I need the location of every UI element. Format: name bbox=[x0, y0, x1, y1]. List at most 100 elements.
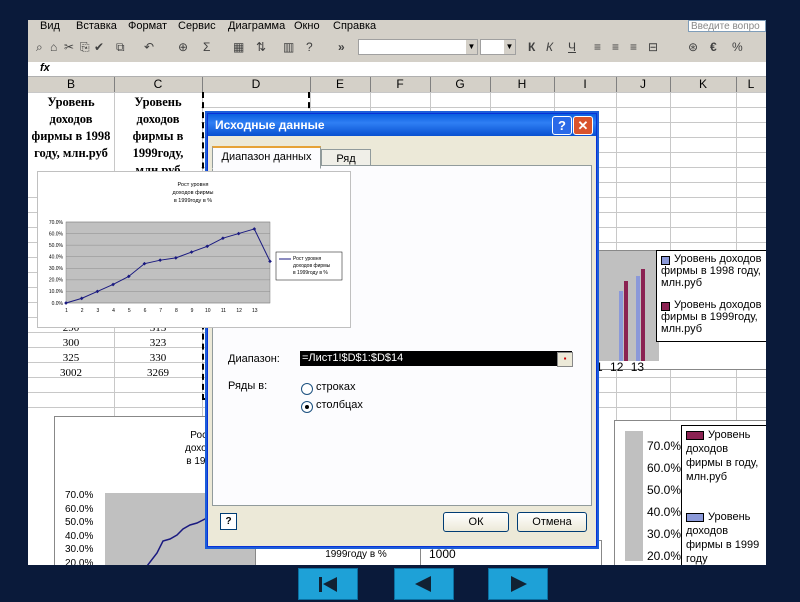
cell[interactable]: 3002 bbox=[28, 366, 114, 381]
y-tick-label: 60.0% bbox=[49, 231, 64, 237]
column-header-j[interactable]: J bbox=[616, 77, 671, 92]
undo-icon[interactable]: ↶ bbox=[144, 40, 154, 54]
y-tick-label: 30.0% bbox=[49, 266, 64, 272]
currency-icon[interactable]: ⊛ bbox=[688, 40, 698, 54]
menu-window[interactable]: Окно bbox=[294, 20, 320, 32]
cut-icon[interactable]: ✂ bbox=[64, 40, 74, 54]
menu-help[interactable]: Справка bbox=[333, 20, 376, 32]
cell[interactable]: 300 bbox=[28, 336, 114, 351]
menu-tools[interactable]: Сервис bbox=[178, 20, 216, 32]
align-center-icon[interactable]: ≡ bbox=[612, 40, 619, 54]
cell[interactable]: 330 bbox=[115, 351, 201, 366]
x-tick-label: 1 bbox=[596, 360, 603, 374]
copy-icon[interactable]: ⎘ bbox=[80, 40, 90, 55]
bold-button[interactable]: К bbox=[528, 40, 535, 54]
spelling-icon[interactable]: ⌕ bbox=[36, 40, 43, 55]
plot-area bbox=[625, 431, 643, 561]
radio-columns-label[interactable]: столбцах bbox=[316, 399, 363, 411]
column-header-k[interactable]: K bbox=[670, 77, 737, 92]
tab-data-range[interactable]: Диапазон данных bbox=[212, 146, 321, 169]
column-header-g[interactable]: G bbox=[430, 77, 491, 92]
legend-label: Уровень доходов фирмы в 1998 году, млн.р… bbox=[661, 253, 762, 289]
y-tick-label: 30.0% bbox=[647, 527, 682, 541]
bar bbox=[619, 291, 623, 361]
column-header-l[interactable]: L bbox=[736, 77, 766, 92]
chart-object-icon[interactable]: ▦ bbox=[233, 40, 244, 54]
format-painter-icon[interactable]: ⧉ bbox=[116, 40, 125, 55]
x-tick-label: 5 bbox=[128, 308, 131, 314]
align-right-icon[interactable]: ≡ bbox=[630, 40, 637, 54]
x-tick-label: 12 bbox=[236, 308, 242, 314]
euro-icon[interactable]: € bbox=[710, 40, 717, 54]
research-icon[interactable]: ⌂ bbox=[50, 40, 57, 54]
menu-insert[interactable]: Вставка bbox=[76, 20, 117, 32]
hyperlink-icon[interactable]: ⊕ bbox=[178, 40, 188, 54]
legend-item: Уровень доходов фирмы в 1998 году, млн.р… bbox=[661, 253, 765, 289]
y-tick-label: 50.0% bbox=[647, 483, 682, 497]
column-header-b[interactable]: B bbox=[28, 77, 115, 92]
office-assistant-icon[interactable]: ? bbox=[220, 513, 237, 530]
sort-icon[interactable]: ⇅ bbox=[256, 40, 266, 54]
radio-rows[interactable] bbox=[301, 383, 313, 395]
column-header-h[interactable]: H bbox=[490, 77, 555, 92]
italic-button[interactable]: К bbox=[546, 40, 553, 54]
column-header-f[interactable]: F bbox=[370, 77, 431, 92]
cancel-button[interactable]: Отмена bbox=[517, 512, 587, 532]
background-chart-legend[interactable]: Уровень доходов фирмы в 1998 году, млн.р… bbox=[656, 250, 766, 342]
y-tick-labels: 70.0% 60.0% 50.0% 40.0% 30.0% 20.0% bbox=[647, 435, 681, 565]
previous-slide-icon bbox=[415, 576, 431, 592]
y-tick-label: 30.0% bbox=[65, 544, 94, 555]
y-tick-label: 40.0% bbox=[65, 530, 94, 542]
x-tick-label: 1 bbox=[65, 308, 68, 314]
x-tick-label: 13 bbox=[630, 360, 645, 374]
help-search-input[interactable]: Введите вопро bbox=[688, 20, 766, 32]
x-tick-label: 8 bbox=[175, 308, 178, 314]
dialog-title: Исходные данные bbox=[215, 118, 325, 132]
underline-button[interactable]: Ч bbox=[568, 40, 576, 54]
column-header-c[interactable]: C bbox=[114, 77, 203, 92]
formula-bar[interactable]: fx bbox=[28, 62, 766, 77]
chart-title-line: Рост уровня bbox=[177, 182, 208, 188]
cell[interactable]: 3269 bbox=[115, 366, 201, 381]
next-slide-button[interactable] bbox=[488, 568, 548, 600]
background-line-chart-right[interactable]: 70.0% 60.0% 50.0% 40.0% 30.0% 20.0% Уров… bbox=[614, 420, 766, 565]
formatting-toolbar: ⌕ ⌂ ✂ ⎘ ✔ ⧉ ↶ ⊕ Σ ▦ ⇅ ▥ ? » ▼ ▼ К К Ч ≡ … bbox=[28, 34, 766, 63]
cell[interactable]: 323 bbox=[115, 336, 201, 351]
font-name-select[interactable]: ▼ bbox=[358, 39, 478, 55]
percent-icon[interactable]: % bbox=[732, 40, 743, 54]
column-header-i[interactable]: I bbox=[554, 77, 617, 92]
collapse-dialog-icon[interactable]: ▪ bbox=[557, 352, 573, 367]
close-button[interactable]: ✕ bbox=[573, 116, 593, 135]
radio-columns[interactable] bbox=[301, 401, 313, 413]
first-slide-button[interactable] bbox=[298, 568, 358, 600]
help-icon[interactable]: ? bbox=[306, 40, 313, 54]
next-slide-icon bbox=[511, 576, 527, 592]
legend-item: Уровень доходов фирмы в 1999году, млн.ру… bbox=[661, 299, 765, 335]
range-input[interactable]: =Лист1!$D$1:$D$14 bbox=[300, 351, 572, 366]
align-left-icon[interactable]: ≡ bbox=[594, 40, 601, 54]
autosum-icon[interactable]: Σ bbox=[203, 40, 210, 54]
y-tick-label: 50.0% bbox=[49, 243, 64, 249]
background-chart-legend[interactable]: Уровень доходов фирмы в году, млн.руб Ур… bbox=[681, 425, 766, 565]
help-button[interactable]: ? bbox=[552, 116, 572, 135]
toolbar-overflow[interactable]: » bbox=[338, 40, 345, 54]
radio-rows-label[interactable]: строках bbox=[316, 381, 355, 393]
merge-center-icon[interactable]: ⊟ bbox=[648, 40, 658, 54]
ok-button[interactable]: ОК bbox=[443, 512, 509, 532]
previous-slide-button[interactable] bbox=[394, 568, 454, 600]
dialog-titlebar[interactable]: Исходные данные ? ✕ bbox=[208, 114, 596, 136]
paste-icon[interactable]: ✔ bbox=[94, 40, 104, 54]
menu-format[interactable]: Формат bbox=[128, 20, 167, 32]
column-header-e[interactable]: E bbox=[310, 77, 371, 92]
menu-chart[interactable]: Диаграмма bbox=[228, 20, 285, 32]
cell[interactable]: 325 bbox=[28, 351, 114, 366]
menu-view[interactable]: Вид bbox=[40, 20, 60, 32]
x-tick-label: 3 bbox=[96, 308, 99, 314]
column-header-d[interactable]: D bbox=[202, 77, 311, 92]
chart-wizard-icon[interactable]: ▥ bbox=[283, 40, 294, 54]
fx-icon[interactable]: fx bbox=[40, 62, 50, 74]
y-tick-label: 20.0% bbox=[49, 278, 64, 284]
x-tick-label: 13 bbox=[252, 308, 258, 314]
y-tick-labels: 70.0% 60.0% 50.0% 40.0% 30.0% 20.0% bbox=[65, 489, 93, 565]
font-size-select[interactable]: ▼ bbox=[480, 39, 516, 55]
